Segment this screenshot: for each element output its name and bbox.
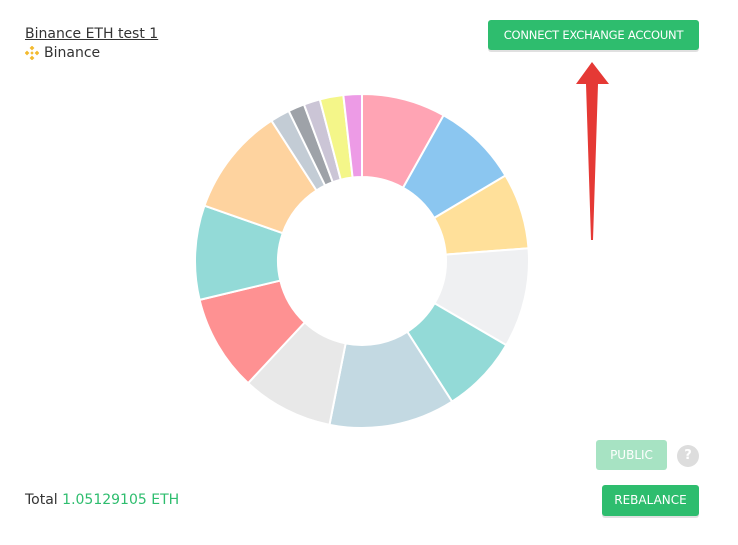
help-icon[interactable]: ?	[677, 445, 699, 467]
rebalance-button[interactable]: REBALANCE	[602, 485, 699, 516]
total-value: 1.05129105 ETH	[62, 492, 180, 508]
total-label: Total	[25, 492, 58, 508]
public-button[interactable]: PUBLIC	[596, 440, 667, 470]
portfolio-card: Binance ETH test 1 Binance CONNECT EXCHA…	[0, 0, 738, 545]
total-balance: Total 1.05129105 ETH	[25, 492, 179, 508]
